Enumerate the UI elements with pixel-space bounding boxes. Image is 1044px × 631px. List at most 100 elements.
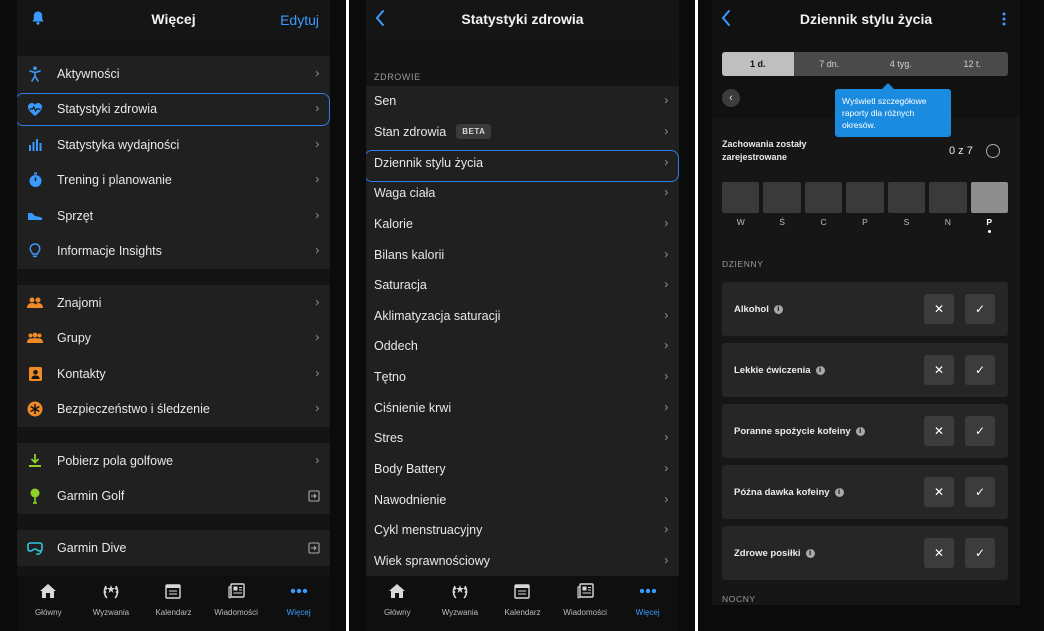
menu-item-statystyki-zdrowia[interactable]: Statystyki zdrowia › [17, 92, 330, 128]
menu-item-znajomi[interactable]: Znajomi › [17, 285, 330, 321]
yes-button[interactable]: ✓ [965, 355, 995, 385]
health-item-saturacja[interactable]: Saturacja › [366, 270, 679, 301]
menu-item-garmin-golf[interactable]: Garmin Golf [17, 479, 330, 515]
range-option-1-d[interactable]: 1 d. [722, 52, 794, 76]
health-item-bilans-kalorii[interactable]: Bilans kalorii › [366, 239, 679, 270]
health-item-nawodnienie[interactable]: Nawodnienie › [366, 484, 679, 515]
tab-wyzwania[interactable]: Wyzwania [429, 576, 492, 631]
yes-button[interactable]: ✓ [965, 416, 995, 446]
info-icon[interactable]: i [834, 487, 844, 497]
range-option-4-tyg[interactable]: 4 tyg. [865, 52, 937, 76]
health-item-waga-ciala[interactable]: Waga ciała › [366, 178, 679, 209]
menu-item-garmin-dive[interactable]: Garmin Dive [17, 530, 330, 566]
phone-screen: Dziennik stylu życia 1 d. 7 dn. 4 tyg. 12 t… [712, 0, 1020, 631]
range-option-12-t[interactable]: 12 t. [937, 52, 1009, 76]
tab-glowny[interactable]: Główny [17, 576, 80, 631]
behavior-alkohol: Alkohol i ✕ ✓ [722, 282, 1008, 336]
menu-item-sprzet[interactable]: Sprzęt › [17, 198, 330, 234]
person-running-icon [27, 66, 43, 82]
health-item-tetno[interactable]: Tętno › [366, 362, 679, 393]
menu-item-grupy[interactable]: Grupy › [17, 321, 330, 357]
menu-item-label: Trening i planowanie [57, 173, 172, 188]
day-cell[interactable]: Ś [763, 182, 801, 233]
phone-screen: Więcej Edytuj Aktywności › Statystyki zdro… [17, 0, 330, 631]
menu-item-trening-i-planowanie[interactable]: Trening i planowanie › [17, 163, 330, 199]
news-icon [227, 583, 245, 603]
chevron-right-icon: › [663, 247, 669, 263]
health-item-label: Cykl menstruacyjny [374, 523, 483, 538]
tab-wiadomosci[interactable]: Wiadomości [554, 576, 617, 631]
health-item-cykl-menstruacyjny[interactable]: Cykl menstruacyjny › [366, 515, 679, 546]
previous-period-button[interactable]: ‹ [722, 89, 740, 107]
chevron-right-icon: › [314, 366, 320, 382]
health-item-wiek-sprawnosciowy[interactable]: Wiek sprawnościowy › [366, 546, 679, 577]
laurel-icon [451, 585, 469, 603]
tab-wiadomosci[interactable]: Wiadomości [205, 576, 268, 631]
health-item-label: Stan zdrowia [374, 124, 447, 139]
menu-item-informacje-insights[interactable]: Informacje Insights › [17, 234, 330, 270]
chevron-right-icon: › [314, 172, 320, 188]
info-icon[interactable]: i [855, 426, 865, 436]
no-button[interactable]: ✕ [924, 355, 954, 385]
health-item-sen[interactable]: Sen › [366, 86, 679, 117]
menu-item-kontakty[interactable]: Kontakty › [17, 356, 330, 392]
tab-wiecej[interactable]: Więcej [616, 576, 679, 631]
day-cell[interactable]: P [846, 182, 884, 233]
health-item-stan-zdrowia[interactable]: Stan zdrowia BETA › [366, 117, 679, 148]
no-button[interactable]: ✕ [924, 416, 954, 446]
health-item-aklimatyzacja-saturacji[interactable]: Aklimatyzacja saturacji › [366, 300, 679, 331]
behavior-lekkie-cwiczenia: Lekkie ćwiczenia i ✕ ✓ [722, 343, 1008, 397]
tab-glowny[interactable]: Główny [366, 576, 429, 631]
chevron-right-icon: › [663, 277, 669, 293]
tab-label: Kalendarz [504, 608, 541, 617]
menu-item-aktywnosci[interactable]: Aktywności › [17, 56, 330, 92]
menu-item-pobierz-pola-golfowe[interactable]: Pobierz pola golfowe › [17, 443, 330, 479]
chevron-right-icon: › [663, 338, 669, 354]
page-title: Statystyki zdrowia [461, 11, 584, 27]
bar-chart-icon [27, 137, 43, 153]
calendar-icon [165, 584, 182, 603]
section-label-health: ZDROWIE [374, 72, 421, 82]
tab-kalendarz[interactable]: Kalendarz [142, 576, 205, 631]
yes-button[interactable]: ✓ [965, 538, 995, 568]
tab-wiecej[interactable]: Więcej [267, 576, 330, 631]
menu-item-statystyka-wydajnosci[interactable]: Statystyka wydajności › [17, 127, 330, 163]
header: Więcej Edytuj [17, 0, 330, 40]
day-cell[interactable]: S [887, 182, 926, 233]
tab-wyzwania[interactable]: Wyzwania [80, 576, 143, 631]
chevron-right-icon: › [663, 216, 669, 232]
edit-button[interactable]: Edytuj [280, 12, 319, 28]
day-cell[interactable]: P [970, 182, 1008, 233]
health-item-dziennik-stylu-zycia[interactable]: Dziennik stylu życia › [366, 147, 679, 178]
no-button[interactable]: ✕ [924, 538, 954, 568]
health-item-cisnienie-krwi[interactable]: Ciśnienie krwi › [366, 392, 679, 423]
health-item-label: Aklimatyzacja saturacji [374, 308, 501, 323]
bottom-fade [712, 605, 1020, 631]
yes-button[interactable]: ✓ [965, 294, 995, 324]
health-item-stres[interactable]: Stres › [366, 423, 679, 454]
health-item-kalorie[interactable]: Kalorie › [366, 209, 679, 240]
menu-item-label: Grupy [57, 331, 92, 346]
chevron-right-icon: › [663, 369, 669, 385]
day-cell[interactable]: N [929, 182, 967, 233]
more-options-icon[interactable] [1002, 12, 1006, 31]
health-item-label: Dziennik stylu życia [374, 155, 484, 170]
menu-group-activity: Aktywności › Statystyki zdrowia › Statystyka… [17, 56, 330, 269]
menu-group-social: Znajomi › Grupy › Kontakty › Bezpieczeństwo i … [17, 285, 330, 427]
tab-kalendarz[interactable]: Kalendarz [491, 576, 554, 631]
page-title: Dziennik stylu życia [799, 11, 933, 27]
info-icon[interactable]: i [773, 304, 783, 314]
no-button[interactable]: ✕ [924, 477, 954, 507]
health-item-oddech[interactable]: Oddech › [366, 331, 679, 362]
more-dots-icon [639, 585, 657, 603]
menu-group-dive: Garmin Dive [17, 530, 330, 566]
yes-button[interactable]: ✓ [965, 477, 995, 507]
no-button[interactable]: ✕ [924, 294, 954, 324]
range-option-7-dn[interactable]: 7 dn. [794, 52, 866, 76]
day-cell[interactable]: C [804, 182, 843, 233]
day-cell[interactable]: W [722, 182, 760, 233]
health-item-body-battery[interactable]: Body Battery › [366, 454, 679, 485]
info-icon[interactable]: i [805, 548, 815, 558]
info-icon[interactable]: i [815, 365, 825, 375]
menu-item-bezpieczenstwo-i-sledzenie[interactable]: Bezpieczeństwo i śledzenie › [17, 392, 330, 428]
